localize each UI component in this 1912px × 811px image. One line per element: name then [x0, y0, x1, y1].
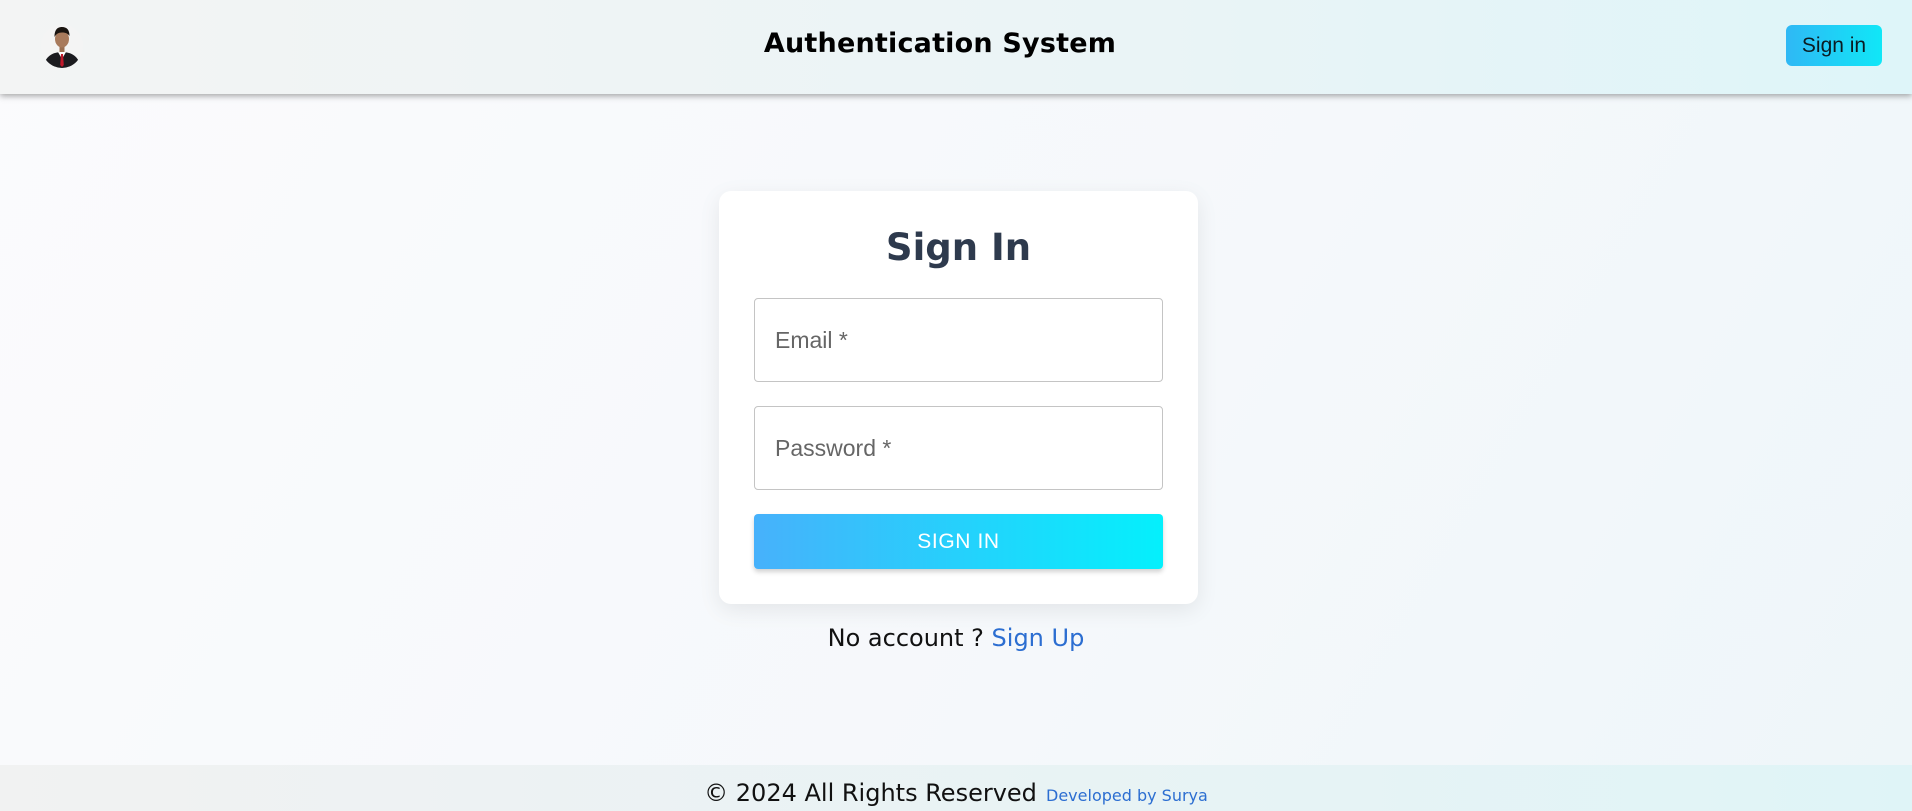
email-field[interactable] — [754, 298, 1163, 382]
navbar: Authentication System Sign in — [0, 0, 1912, 94]
footer-text: © 2024 All Rights Reserved Developed by … — [0, 779, 1912, 807]
app-title: Authentication System — [763, 28, 1117, 59]
header-signin-button[interactable]: Sign in — [1786, 25, 1882, 66]
signup-prompt-text: No account ? — [827, 624, 984, 652]
signup-link[interactable]: Sign Up — [992, 624, 1085, 652]
signup-prompt: No account ? Sign Up — [0, 624, 1912, 652]
developer-credit: Developed by Surya — [1046, 786, 1208, 805]
password-field[interactable] — [754, 406, 1163, 490]
signin-title: Sign In — [885, 226, 1032, 269]
signin-submit-button[interactable]: SIGN IN — [754, 514, 1163, 569]
signin-card: Sign In SIGN IN — [719, 191, 1198, 604]
footer: © 2024 All Rights Reserved Developed by … — [0, 765, 1912, 811]
copyright-text: © 2024 All Rights Reserved — [704, 779, 1037, 807]
